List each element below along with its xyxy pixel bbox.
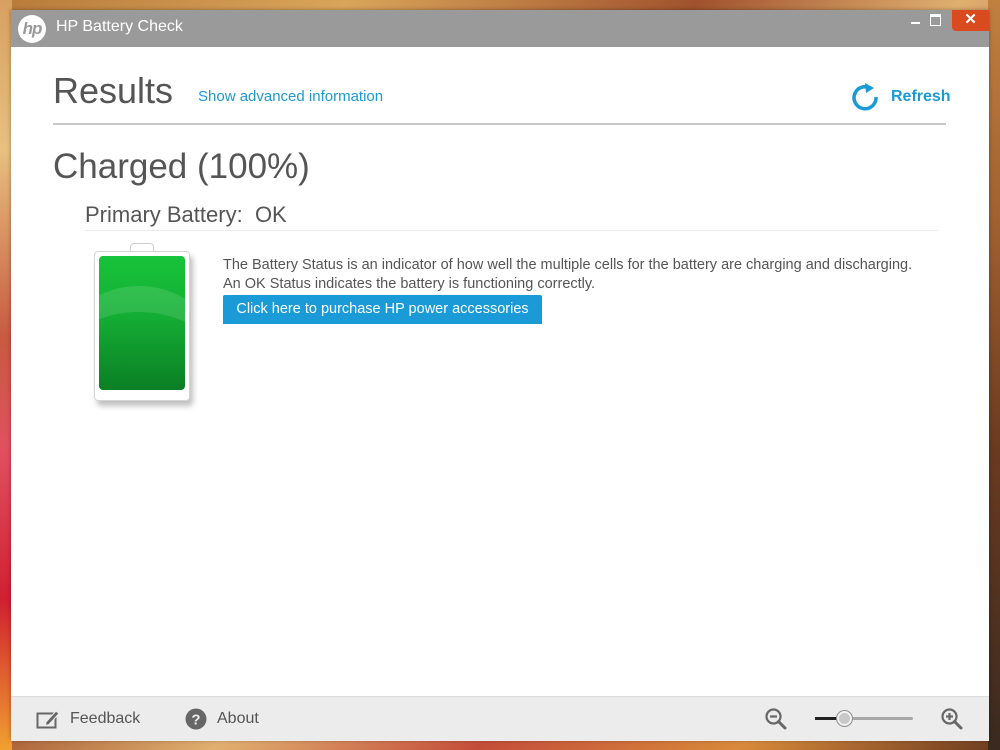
title-bar[interactable]: hp HP Battery Check ✕ [11,10,989,47]
hp-logo-icon: hp [18,15,46,43]
zoom-in-button[interactable] [940,697,964,741]
battery-status-value: OK [254,202,287,227]
feedback-label: Feedback [70,710,141,727]
about-button[interactable]: ? About [185,697,259,741]
battery-label: Primary Battery: [85,202,243,227]
feedback-pencil-icon [36,710,60,729]
minimize-icon [911,22,920,24]
svg-text:?: ? [191,712,200,729]
zoom-out-icon [765,708,787,730]
maximize-icon [930,14,941,26]
zoom-slider-thumb[interactable] [836,710,853,727]
footer-bar: Feedback ? About [11,696,989,741]
question-circle-icon: ? [185,708,207,730]
zoom-in-icon [941,708,963,730]
zoom-slider[interactable] [815,708,915,728]
close-icon: ✕ [964,11,977,28]
battery-status-description: The Battery Status is an indicator of ho… [223,256,912,294]
page-title: Results [53,70,174,111]
battery-charge-fill [99,256,185,390]
maximize-button[interactable] [921,10,949,30]
header-divider [53,123,946,125]
refresh-icon [852,83,878,111]
show-advanced-information-link[interactable]: Show advanced information [198,88,383,105]
battery-body [94,251,190,401]
description-line: An OK Status indicates the battery is fu… [223,276,596,292]
refresh-button[interactable]: Refresh [849,80,951,114]
section-divider [85,230,938,231]
desktop-wallpaper-right [988,0,1000,750]
primary-battery-status: Primary Battery: OK [85,202,287,228]
zoom-out-button[interactable] [764,697,788,741]
close-button[interactable]: ✕ [952,10,989,31]
app-title: HP Battery Check [56,18,183,35]
refresh-label: Refresh [891,88,951,105]
battery-full-icon [94,243,190,413]
about-label: About [217,710,259,727]
feedback-button[interactable]: Feedback [36,697,140,741]
app-window: hp HP Battery Check ✕ Results Show advan… [11,10,989,741]
description-line: The Battery Status is an indicator of ho… [223,257,913,273]
purchase-accessories-button[interactable]: Click here to purchase HP power accessor… [223,295,542,324]
charge-status-headline: Charged (100%) [53,147,310,186]
